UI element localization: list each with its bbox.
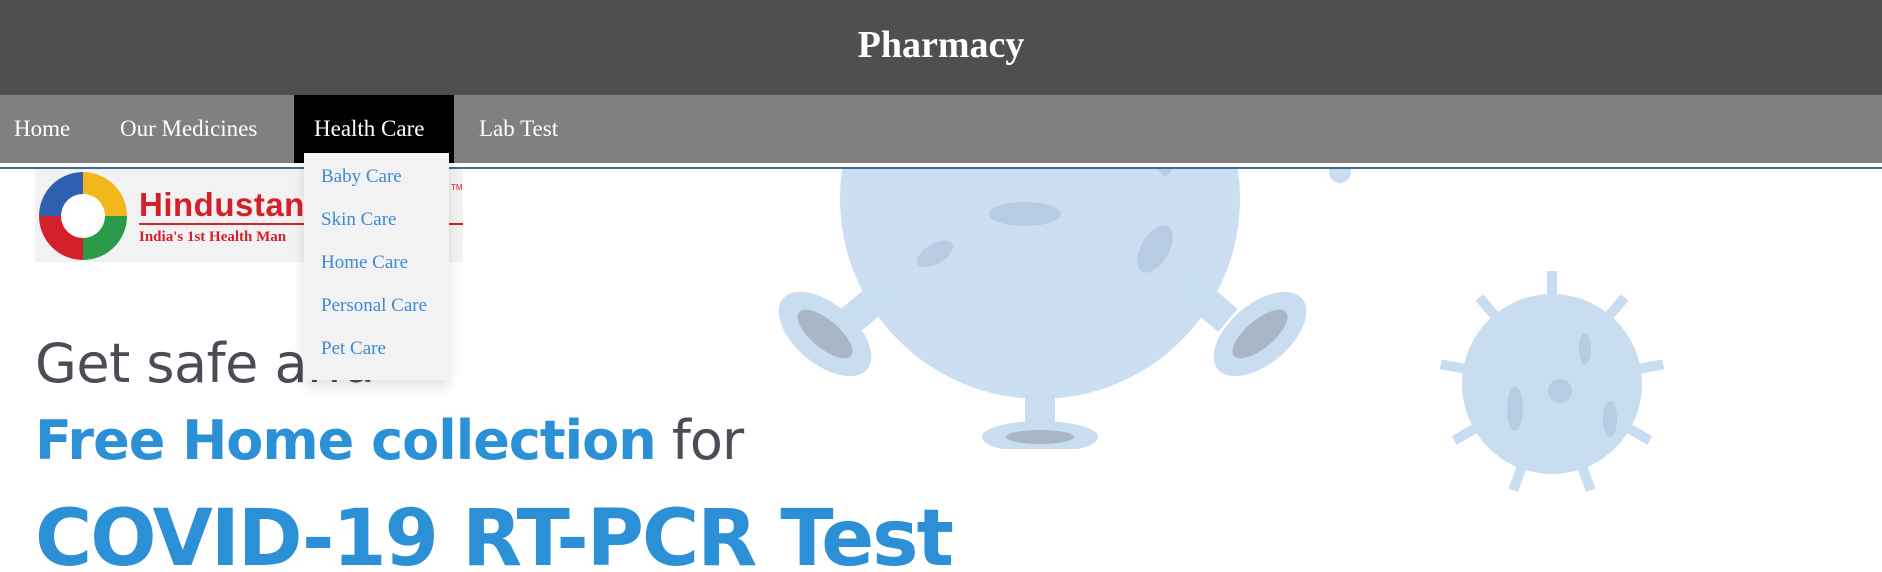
- logo-trademark: TM: [451, 183, 463, 192]
- nav-item-our-medicines-label: Our Medicines: [120, 116, 258, 141]
- headline-line-2: Free Home collection for: [35, 409, 744, 472]
- dropdown-item-personal-care[interactable]: Personal Care: [321, 295, 427, 317]
- site-title: Pharmacy: [857, 24, 1025, 66]
- nav-item-home-label: Home: [14, 116, 71, 141]
- hero-banner: Hindustan India's 1st Health Man TM Get …: [0, 169, 1882, 572]
- main-navbar: Home Our Medicines Health Care Lab Test: [0, 95, 1882, 163]
- nav-item-our-medicines[interactable]: Our Medicines: [92, 95, 294, 163]
- hindustan-logo-icon: [39, 172, 127, 260]
- dropdown-item-skin-care[interactable]: Skin Care: [321, 209, 396, 231]
- virus-dot-icon: [1329, 169, 1351, 183]
- logo-tagline: India's 1st Health Man: [139, 229, 287, 245]
- virus-illustration-large: [778, 169, 1307, 449]
- headline-line-2-rest: for: [671, 409, 744, 472]
- nav-item-lab-test-label: Lab Test: [479, 116, 559, 141]
- nav-item-home[interactable]: Home: [0, 95, 92, 163]
- dropdown-item-pet-care[interactable]: Pet Care: [321, 338, 386, 360]
- site-header: Pharmacy: [0, 0, 1882, 95]
- headline-highlight: Free Home collection: [35, 409, 657, 472]
- nav-item-lab-test[interactable]: Lab Test: [454, 95, 574, 163]
- dropdown-item-home-care[interactable]: Home Care: [321, 252, 408, 274]
- logo-name: Hindustan: [139, 186, 305, 223]
- dropdown-item-baby-care[interactable]: Baby Care: [321, 166, 402, 188]
- headline-line-3: COVID-19 RT-PCR Test: [35, 494, 954, 572]
- virus-illustration-small: [1439, 271, 1665, 492]
- health-care-dropdown: Baby Care Skin Care Home Care Personal C…: [304, 153, 449, 380]
